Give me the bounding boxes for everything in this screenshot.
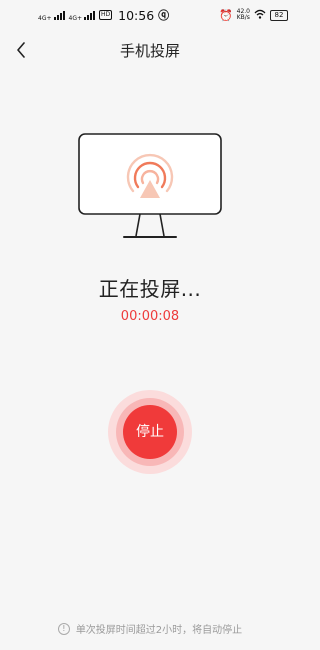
network-speed: 42.0 KB/s bbox=[237, 9, 250, 21]
cast-timer: 00:00:08 bbox=[120, 309, 180, 324]
alarm-icon: ⏰ bbox=[218, 8, 233, 22]
status-time: 10:56 bbox=[118, 7, 155, 23]
sim2-signal-icon bbox=[84, 10, 95, 20]
footer-note: ! 单次投屏时间超过2小时，将自动停止 bbox=[0, 621, 300, 636]
monitor-illustration bbox=[78, 133, 222, 247]
sim1-network-label: 4G+ bbox=[38, 15, 52, 22]
cast-status-text: 正在投屏... bbox=[98, 277, 202, 301]
page-title: 手机投屏 bbox=[119, 42, 180, 60]
status-bar-right: ⏰ 42.0 KB/s 82 bbox=[219, 9, 288, 22]
stop-button[interactable]: 停止 bbox=[123, 405, 177, 459]
sim1-signal-icon bbox=[53, 10, 65, 20]
battery-icon: 82 bbox=[270, 9, 288, 21]
footer-note-text: 单次投屏时间超过2小时，将自动停止 bbox=[75, 625, 243, 636]
info-icon: ! bbox=[57, 622, 70, 635]
stop-button-wrapper: 停止 bbox=[108, 390, 192, 474]
hd-badge: HD bbox=[99, 10, 113, 20]
network-speed-unit: KB/s bbox=[236, 14, 250, 21]
status-bar: 4G+ 4G+ HD 10:56 ⓠ ⏰ 42.0 KB/s 82 bbox=[0, 0, 300, 30]
sim2-network-label: 4G+ bbox=[68, 15, 83, 22]
app-notification-icon: ⓠ bbox=[158, 9, 170, 22]
wifi-icon bbox=[254, 9, 266, 22]
nav-bar: 手机投屏 bbox=[0, 30, 300, 70]
status-bar-left: 4G+ 4G+ HD 10:56 ⓠ bbox=[38, 7, 169, 23]
